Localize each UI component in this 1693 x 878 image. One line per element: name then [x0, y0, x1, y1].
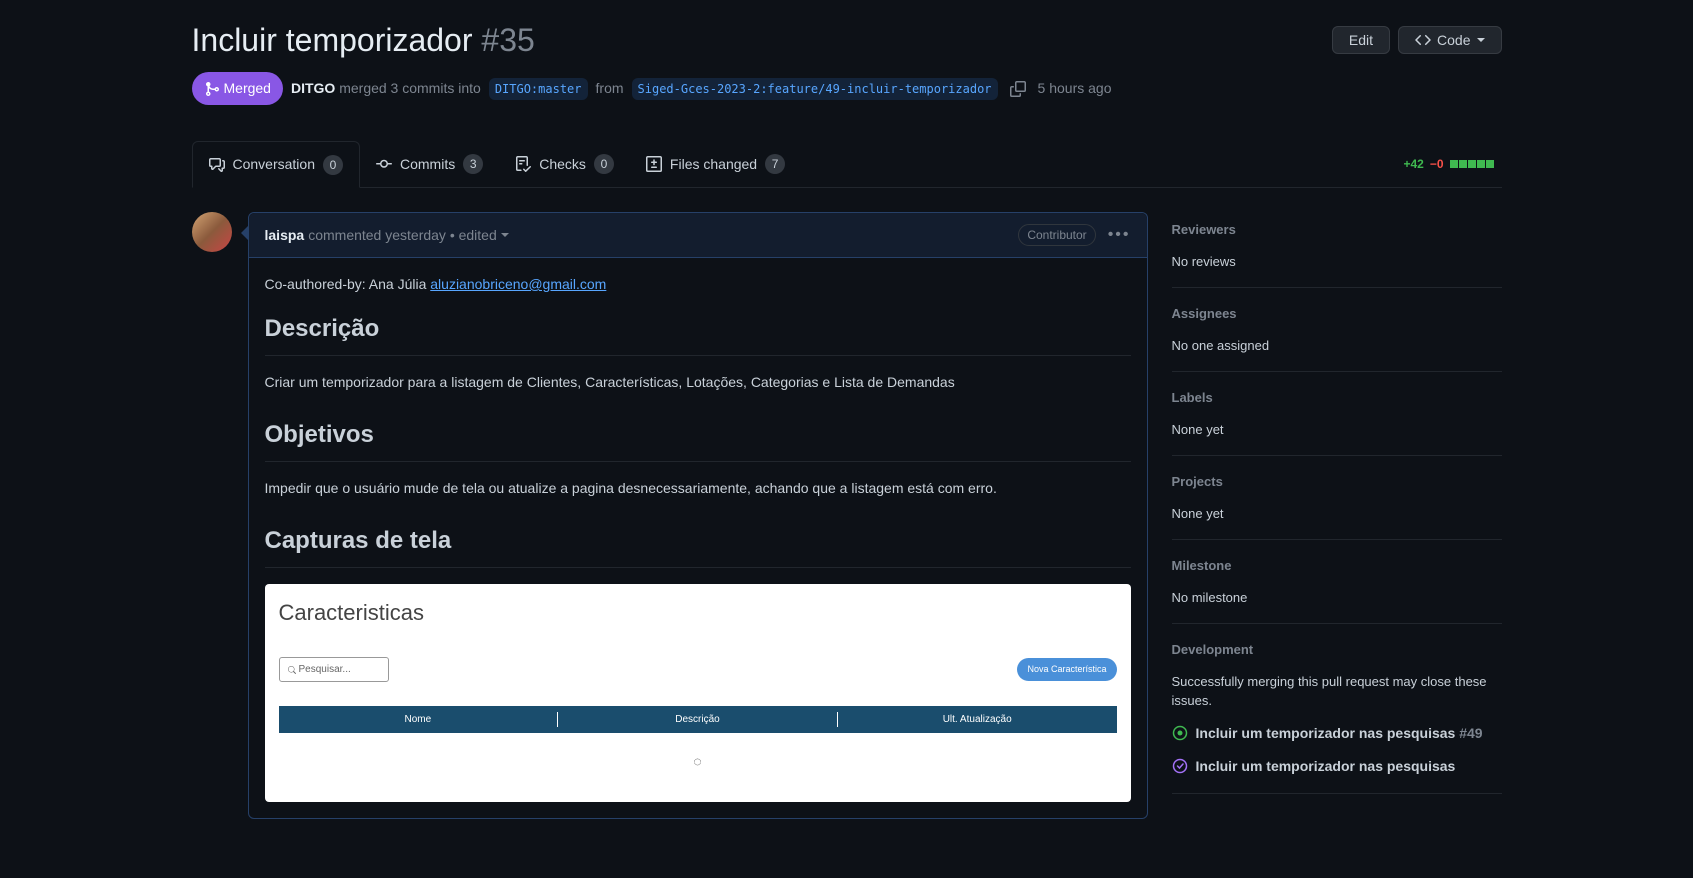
screenshot-title: Caracteristicas — [279, 596, 1117, 629]
coauthor-prefix: Co-authored-by: Ana Júlia — [265, 276, 431, 292]
sidebar-labels-title: Labels — [1172, 388, 1502, 408]
sidebar-assignees-title: Assignees — [1172, 304, 1502, 324]
comment-box: laispa commented yesterday • edited Cont… — [248, 212, 1148, 819]
copy-icon[interactable] — [1006, 81, 1030, 97]
sidebar-assignees-value: No one assigned — [1172, 336, 1502, 356]
tab-checks[interactable]: Checks 0 — [499, 141, 630, 187]
sidebar-milestone-title: Milestone — [1172, 556, 1502, 576]
tab-commits[interactable]: Commits 3 — [360, 141, 499, 187]
screenshot-col-updated: Ult. Atualização — [838, 712, 1117, 727]
screenshot-search: Pesquisar... — [279, 657, 389, 682]
sidebar-development-title: Development — [1172, 640, 1502, 660]
heading-description: Descrição — [265, 311, 1131, 356]
tab-commits-count: 3 — [463, 154, 483, 174]
body-description: Criar um temporizador para a listagem de… — [265, 372, 1131, 393]
coauthor-line: Co-authored-by: Ana Júlia aluzianobricen… — [265, 274, 1131, 295]
issue-open-icon — [1172, 725, 1188, 741]
linked-issue[interactable]: Incluir um temporizador nas pesquisas #4… — [1172, 723, 1502, 744]
base-branch[interactable]: DITGO:master — [489, 78, 588, 100]
git-commit-icon — [376, 156, 392, 172]
heading-screenshots: Capturas de tela — [265, 523, 1131, 568]
sidebar-projects-value: None yet — [1172, 504, 1502, 524]
sidebar-projects[interactable]: Projects None yet — [1172, 456, 1502, 540]
sidebar-assignees[interactable]: Assignees No one assigned — [1172, 288, 1502, 372]
comment-author[interactable]: laispa — [265, 225, 305, 246]
screenshot-col-desc: Descrição — [558, 712, 838, 727]
screenshot-search-placeholder: Pesquisar... — [299, 662, 351, 677]
sidebar-reviewers[interactable]: Reviewers No reviews — [1172, 212, 1502, 288]
merge-author[interactable]: DITGO — [291, 80, 335, 96]
linked-issue[interactable]: Incluir um temporizador nas pesquisas — [1172, 756, 1502, 777]
kebab-icon[interactable]: ••• — [1108, 223, 1131, 247]
body-objectives: Impedir que o usuário mude de tela ou at… — [265, 478, 1131, 499]
diff-deletions: −0 — [1430, 155, 1444, 173]
contributor-badge: Contributor — [1018, 224, 1095, 246]
sidebar-labels[interactable]: Labels None yet — [1172, 372, 1502, 456]
sidebar-milestone-value: No milestone — [1172, 588, 1502, 608]
merged-text: merged 3 commits into — [339, 80, 481, 96]
code-icon — [1415, 32, 1431, 48]
diff-bars — [1450, 160, 1494, 168]
chevron-down-icon[interactable] — [501, 231, 509, 239]
chevron-down-icon — [1477, 36, 1485, 44]
tab-conversation-label: Conversation — [233, 154, 316, 175]
screenshot-image: Caracteristicas Pesquisar... Nova Caract… — [265, 584, 1131, 802]
sidebar-reviewers-title: Reviewers — [1172, 220, 1502, 240]
edit-label: Edit — [1349, 32, 1373, 48]
state-badge: Merged — [192, 72, 283, 105]
spinner-icon: ◌ — [279, 733, 1117, 790]
sidebar-reviewers-value: No reviews — [1172, 252, 1502, 272]
file-diff-icon — [646, 156, 662, 172]
tab-checks-count: 0 — [594, 154, 614, 174]
screenshot-col-name: Nome — [279, 712, 559, 727]
screenshot-new-button: Nova Característica — [1017, 658, 1116, 681]
tab-files-count: 7 — [765, 154, 785, 174]
edit-button[interactable]: Edit — [1332, 26, 1390, 54]
sidebar-labels-value: None yet — [1172, 420, 1502, 440]
heading-objectives: Objetivos — [265, 417, 1131, 462]
tab-commits-label: Commits — [400, 154, 455, 175]
search-icon — [288, 666, 296, 674]
sidebar-projects-title: Projects — [1172, 472, 1502, 492]
page-title: Incluir temporizador #35 — [192, 16, 535, 64]
head-branch[interactable]: Siged-Gces-2023-2:feature/49-incluir-tem… — [632, 78, 998, 100]
state-label: Merged — [224, 78, 271, 99]
sidebar-milestone[interactable]: Milestone No milestone — [1172, 540, 1502, 624]
sidebar-development-desc: Successfully merging this pull request m… — [1172, 672, 1502, 711]
linked-issue-title: Incluir um temporizador nas pesquisas — [1196, 756, 1456, 777]
diff-stat[interactable]: +42 −0 — [1403, 155, 1501, 173]
tab-files[interactable]: Files changed 7 — [630, 141, 801, 187]
merge-icon — [204, 81, 220, 97]
coauthor-email[interactable]: aluzianobriceno@gmail.com — [430, 276, 606, 292]
tab-conversation-count: 0 — [323, 155, 343, 175]
tab-checks-label: Checks — [539, 154, 586, 175]
merge-time: 5 hours ago — [1038, 78, 1112, 99]
linked-issue-title: Incluir um temporizador nas pesquisas #4… — [1196, 723, 1483, 744]
comment-meta: commented yesterday • edited — [308, 225, 497, 246]
pr-number: #35 — [481, 22, 534, 58]
comment-discussion-icon — [209, 157, 225, 173]
code-button[interactable]: Code — [1398, 26, 1501, 54]
code-label: Code — [1437, 32, 1470, 48]
merge-meta: DITGO merged 3 commits into — [291, 78, 481, 99]
from-text: from — [596, 78, 624, 99]
issue-closed-icon — [1172, 758, 1188, 774]
avatar[interactable] — [192, 212, 232, 252]
tab-files-label: Files changed — [670, 154, 757, 175]
checklist-icon — [515, 156, 531, 172]
diff-additions: +42 — [1403, 155, 1423, 173]
pr-title: Incluir temporizador — [192, 22, 473, 58]
sidebar-development: Development Successfully merging this pu… — [1172, 624, 1502, 794]
tab-conversation[interactable]: Conversation 0 — [192, 141, 361, 188]
